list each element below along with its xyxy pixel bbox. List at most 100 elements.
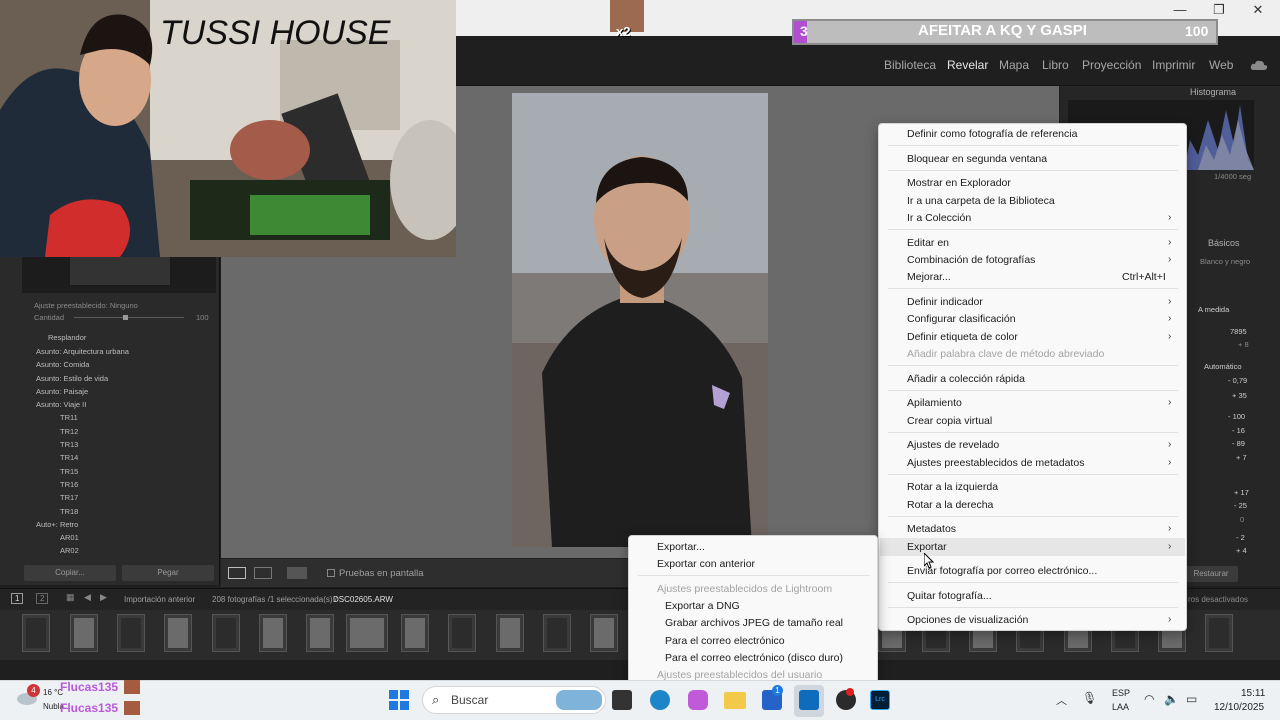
- filmstrip-thumb[interactable]: [590, 614, 618, 652]
- close-button[interactable]: ✕: [1246, 2, 1270, 18]
- filmstrip-thumb[interactable]: [543, 614, 571, 652]
- module-proyeccion[interactable]: Proyección: [1082, 58, 1141, 72]
- menu-item[interactable]: Ajustes preestablecidos de metadatos: [907, 457, 1084, 469]
- slider-value[interactable]: - 100: [1228, 412, 1245, 421]
- preset-folder[interactable]: Asunto: Viaje II: [36, 400, 86, 409]
- maximize-button[interactable]: ❐: [1207, 2, 1231, 18]
- slider-value[interactable]: - 0,79: [1228, 376, 1247, 385]
- menu-item[interactable]: Definir indicador: [907, 296, 983, 308]
- module-biblioteca[interactable]: Biblioteca: [884, 58, 936, 72]
- module-revelar[interactable]: Revelar: [947, 58, 988, 72]
- preset-item[interactable]: TR17: [60, 493, 78, 502]
- filmstrip-thumb[interactable]: [401, 614, 429, 652]
- preset-item[interactable]: TR18: [60, 507, 78, 516]
- module-web[interactable]: Web: [1209, 58, 1233, 72]
- menu-item[interactable]: Añadir a colección rápida: [907, 373, 1025, 385]
- clock-date[interactable]: 12/10/2025: [1214, 702, 1264, 713]
- filmstrip-thumb[interactable]: [22, 614, 50, 652]
- auto-button[interactable]: Automático: [1204, 362, 1242, 371]
- yy-view-icon[interactable]: [287, 567, 307, 579]
- minimize-button[interactable]: —: [1168, 2, 1192, 18]
- tray-overflow-icon[interactable]: ︿: [1056, 692, 1067, 708]
- preset-item[interactable]: TR11: [60, 413, 78, 422]
- clock-time[interactable]: 15:11: [1241, 688, 1265, 699]
- volume-icon[interactable]: 🔈: [1164, 692, 1179, 706]
- filter-status[interactable]: ros desactivados: [1188, 595, 1248, 604]
- menu-item[interactable]: Ir a Colección: [907, 212, 971, 224]
- submenu-item[interactable]: Grabar archivos JPEG de tamaño real: [665, 617, 843, 629]
- preset-item[interactable]: AR01: [60, 533, 79, 542]
- paste-button[interactable]: Pegar: [122, 565, 214, 581]
- submenu-item[interactable]: Exportar a DNG: [665, 600, 740, 612]
- preset-folder[interactable]: Auto+: Retro: [36, 520, 78, 529]
- menu-item[interactable]: Quitar fotografía...: [907, 590, 992, 602]
- menu-item[interactable]: Mejorar...: [907, 271, 951, 283]
- preset-item[interactable]: TR12: [60, 427, 78, 436]
- menu-item[interactable]: Enviar fotografía por correo electrónico…: [907, 565, 1097, 577]
- wifi-icon[interactable]: ◠: [1144, 692, 1154, 706]
- menu-item[interactable]: Opciones de visualización: [907, 614, 1028, 626]
- slider-value[interactable]: 0: [1240, 515, 1244, 524]
- temp-value[interactable]: 7895: [1230, 327, 1247, 336]
- module-mapa[interactable]: Mapa: [999, 58, 1029, 72]
- slider-value[interactable]: - 89: [1232, 439, 1245, 448]
- menu-item[interactable]: Definir como fotografía de referencia: [907, 128, 1077, 140]
- filmstrip-thumb[interactable]: [1205, 614, 1233, 652]
- slider-value[interactable]: + 17: [1234, 488, 1249, 497]
- preset-folder[interactable]: Asunto: Estilo de vida: [36, 374, 108, 383]
- cloud-icon[interactable]: [1250, 58, 1268, 70]
- menu-item-export[interactable]: Exportar: [907, 541, 947, 553]
- submenu-item[interactable]: Exportar...: [657, 541, 705, 553]
- filmstrip-thumb[interactable]: [212, 614, 240, 652]
- basic-header[interactable]: Básicos: [1208, 238, 1240, 248]
- preset-folder[interactable]: Asunto: Arquitectura urbana: [36, 347, 129, 356]
- menu-item[interactable]: Configurar clasificación: [907, 313, 1016, 325]
- windows-start-icon[interactable]: [389, 690, 409, 710]
- submenu-item[interactable]: Para el correo electrónico: [665, 635, 785, 647]
- task-view-icon[interactable]: [612, 690, 632, 710]
- slider-value[interactable]: - 16: [1232, 426, 1245, 435]
- preset-folder[interactable]: Asunto: Comida: [36, 360, 89, 369]
- before-after-icon[interactable]: [254, 567, 272, 579]
- tint-value[interactable]: + 8: [1238, 340, 1249, 349]
- file-explorer-icon[interactable]: [724, 692, 746, 709]
- lang-secondary[interactable]: LAA: [1112, 702, 1129, 712]
- filmstrip-thumb[interactable]: [496, 614, 524, 652]
- loupe-view-icon[interactable]: [228, 567, 246, 579]
- preset-item[interactable]: TR16: [60, 480, 78, 489]
- menu-item[interactable]: Rotar a la izquierda: [907, 481, 998, 493]
- menu-item[interactable]: Ajustes de revelado: [907, 439, 999, 451]
- menu-item[interactable]: Crear copia virtual: [907, 415, 992, 427]
- submenu-item[interactable]: Para el correo electrónico (disco duro): [665, 652, 843, 664]
- back-arrow-icon[interactable]: ◀: [84, 592, 91, 603]
- menu-item[interactable]: Apilamiento: [907, 397, 962, 409]
- filmstrip-thumb[interactable]: [306, 614, 334, 652]
- microphone-icon[interactable]: 🎙: [1082, 691, 1097, 705]
- copilot-icon[interactable]: [688, 690, 708, 710]
- preset-item[interactable]: Resplandor: [48, 333, 86, 342]
- module-imprimir[interactable]: Imprimir: [1152, 58, 1195, 72]
- slider-value[interactable]: + 4: [1236, 546, 1247, 555]
- monitor-2-button[interactable]: 2: [36, 593, 49, 604]
- preset-item[interactable]: AR02: [60, 546, 79, 555]
- filmstrip-thumb[interactable]: [70, 614, 98, 652]
- edge-icon[interactable]: [650, 690, 670, 710]
- menu-item[interactable]: Ir a una carpeta de la Biblioteca: [907, 195, 1055, 207]
- slider-value[interactable]: + 7: [1236, 453, 1247, 462]
- wb-select[interactable]: A medida: [1198, 305, 1229, 314]
- filmstrip-thumb[interactable]: [346, 614, 388, 652]
- reset-button[interactable]: Restaurar: [1184, 566, 1238, 582]
- main-photo[interactable]: [512, 93, 768, 547]
- battery-icon[interactable]: ▭: [1186, 692, 1197, 706]
- filmstrip-thumb[interactable]: [164, 614, 192, 652]
- copy-button[interactable]: Copiar...: [24, 565, 116, 581]
- menu-item[interactable]: Rotar a la derecha: [907, 499, 993, 511]
- module-libro[interactable]: Libro: [1042, 58, 1069, 72]
- menu-item[interactable]: Metadatos: [907, 523, 956, 535]
- submenu-item[interactable]: Exportar con anterior: [657, 558, 755, 570]
- slider-value[interactable]: - 2: [1236, 533, 1245, 542]
- monitor-1-button[interactable]: 1: [11, 593, 24, 604]
- filename-label[interactable]: DSC02605.ARW: [333, 595, 393, 604]
- grid-icon[interactable]: ▦: [66, 592, 75, 603]
- menu-item[interactable]: Bloquear en segunda ventana: [907, 153, 1047, 165]
